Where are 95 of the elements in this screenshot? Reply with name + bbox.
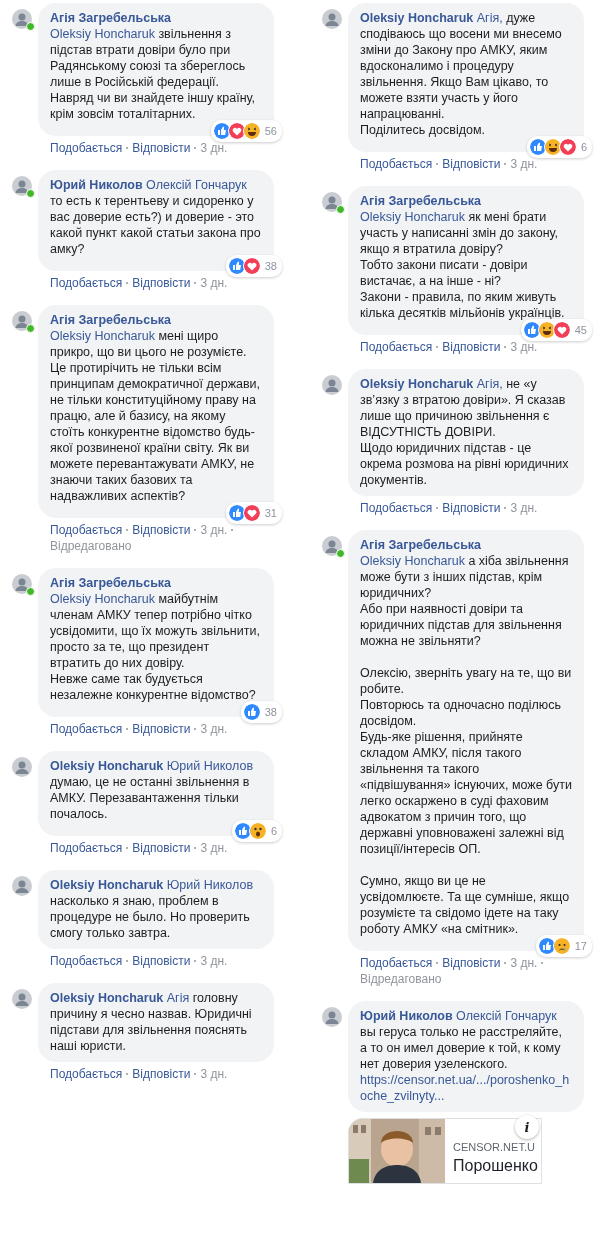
- avatar[interactable]: [12, 311, 32, 331]
- surprised-face-icon: [248, 822, 267, 840]
- reply-link[interactable]: Відповісти: [442, 500, 501, 516]
- like-icon: [242, 703, 261, 721]
- author-name[interactable]: Агія Загребельська: [360, 194, 482, 208]
- avatar[interactable]: [12, 989, 32, 1009]
- reply-link[interactable]: Відповісти: [442, 955, 501, 971]
- heart-icon: [242, 257, 261, 275]
- mention-link[interactable]: Oleksiy Honcharuk: [50, 592, 155, 606]
- comment-text: Агія Загребельська Oleksiy Honcharuk як мені брати участь у написанні змін до закону, якщо я втратила довіру? Тобто закони писати - довіри вистачає, а на інше - ні? Закони - правила, по яким живуть кілька десятків мільйонів українців.: [360, 193, 566, 321]
- author-name[interactable]: Агія Загребельська: [50, 11, 172, 25]
- heart-icon: [242, 504, 261, 522]
- reply-link[interactable]: Відповісти: [132, 275, 191, 291]
- avatar[interactable]: [12, 176, 32, 196]
- avatar[interactable]: [12, 757, 32, 777]
- reply-link[interactable]: Відповісти: [442, 339, 501, 355]
- comment-text: Агія Загребельська Oleksiy Honcharuk мені щиро прикро, що ви цього не розумієте. Це протирічить не тільки всім принципам демократичної держави, не тільки конституційному праву на працю, але й базису, на якому стоїть конкурентне відомство будь-якої розвиненої країни світу. Як ви можете перевантажувати АМКУ, не знаючи таких базових та надважливих аспектів?: [50, 312, 262, 504]
- laughing-face-icon: [537, 321, 556, 339]
- author-name[interactable]: Юрий Николов: [50, 178, 143, 192]
- comment-text: Oleksiy Honcharuk Агія головну причину я чесно назвав. Юридичні підстави для звільнення пояснять наші юристи.: [50, 990, 253, 1054]
- comment-text: Юрий Николов Олексій Гончарук то есть к терентьеву и сидоренко у вас доверие есть?) и доверие - это какой пункт какой статьи закона про амку?: [50, 177, 262, 257]
- mention-link[interactable]: Oleksiy Honcharuk: [50, 27, 155, 41]
- author-name[interactable]: Oleksiy Honcharuk: [50, 878, 164, 892]
- mention-link[interactable]: Агія,: [476, 377, 503, 391]
- reply-link[interactable]: Відповісти: [132, 522, 191, 538]
- reply-link[interactable]: Відповісти: [132, 721, 191, 737]
- like-icon: [227, 257, 246, 275]
- mention-link[interactable]: Oleksiy Honcharuk: [50, 329, 155, 343]
- author-name[interactable]: Агія Загребельська: [50, 576, 172, 590]
- mention-link[interactable]: Агія,: [476, 11, 503, 25]
- avatar[interactable]: [322, 192, 342, 212]
- mention-link[interactable]: Агія: [166, 991, 190, 1005]
- comment-text: Oleksiy Honcharuk Агія, дуже сподіваюсь що восени ми внесемо зміни до Закону про АМКУ, яким вдосконалимо і процедуру звільнення. Якщо Вам цікаво, то можете взяти участь у його напрацюванні. Поділитесь досвідом.: [360, 10, 563, 138]
- comment-text: Oleksiy Honcharuk Юрий Николов насколько я знаю, проблем в процедуре не было. Но проверить смогу только завтра.: [50, 877, 255, 941]
- author-name[interactable]: Агія Загребельська: [50, 313, 172, 327]
- author-name[interactable]: Oleksiy Honcharuk: [50, 759, 164, 773]
- heart-icon: [552, 321, 571, 339]
- comment-text: Oleksiy Honcharuk Агія, не «у зв’язку з втратою довіри». Я сказав лише що причиною звільнення є ВІДСУТНІСТЬ ДОВІРИ. Щодо юридичних підстав - це окрема розмова на рівні юридичних документів.: [360, 376, 570, 488]
- heart-icon: [558, 138, 577, 156]
- avatar[interactable]: [322, 1007, 342, 1027]
- author-name[interactable]: Агія Загребельська: [360, 538, 482, 552]
- like-icon: [212, 122, 231, 140]
- like-link[interactable]: Подобається: [50, 953, 123, 969]
- like-link[interactable]: Подобається: [50, 522, 123, 538]
- author-name[interactable]: Oleksiy Honcharuk: [360, 11, 474, 25]
- mention-link[interactable]: Юрий Николов: [166, 878, 254, 892]
- sad-face-icon: [552, 937, 571, 955]
- mention-link[interactable]: Oleksiy Honcharuk: [360, 210, 465, 224]
- like-icon: [227, 504, 246, 522]
- comment-text: Юрий Николов Олексій Гончарук вы геруса только не расстреляйте, а то он имел доверие к той, к кому нет доверия узеленского.: [360, 1008, 564, 1072]
- avatar[interactable]: [12, 876, 32, 896]
- like-link[interactable]: Подобається: [50, 140, 123, 156]
- avatar[interactable]: [322, 375, 342, 395]
- reply-link[interactable]: Відповісти: [132, 1066, 191, 1082]
- link[interactable]: https://censor.net.ua/.../poroshenko_hoche_zvilnyty...: [360, 1072, 572, 1104]
- like-link[interactable]: Подобається: [50, 275, 123, 291]
- comment-text: Oleksiy Honcharuk Юрий Николов думаю, це не останні звільнення в АМКУ. Перезавантаження тільки почалось.: [50, 758, 255, 822]
- laughing-face-icon: [543, 138, 562, 156]
- reply-link[interactable]: Відповісти: [442, 156, 501, 172]
- like-link[interactable]: Подобається: [50, 721, 123, 737]
- like-icon: [522, 321, 541, 339]
- author-name[interactable]: Oleksiy Honcharuk: [360, 377, 474, 391]
- like-link[interactable]: Подобається: [50, 840, 123, 856]
- mention-link[interactable]: Олексій Гончарук: [456, 1009, 557, 1023]
- like-link[interactable]: Подобається: [360, 500, 433, 516]
- like-link[interactable]: Подобається: [50, 1066, 123, 1082]
- like-link[interactable]: Подобається: [360, 339, 433, 355]
- reply-link[interactable]: Відповісти: [132, 840, 191, 856]
- like-icon: [528, 138, 547, 156]
- comment-text: Агія Загребельська Oleksiy Honcharuk майбутнім членам АМКУ тепер потрібно чітко усвідомити, що їх можуть звільнити, просто за те, що президент втратить до них довіру. Невже саме так будується незалежне конкурентне відомство?: [50, 575, 261, 703]
- like-link[interactable]: Подобається: [360, 156, 433, 172]
- reply-link[interactable]: Відповісти: [132, 953, 191, 969]
- like-icon: [233, 822, 252, 840]
- avatar[interactable]: [12, 574, 32, 594]
- avatar[interactable]: [12, 9, 32, 29]
- mention-link[interactable]: Oleksiy Honcharuk: [360, 554, 465, 568]
- edited-label: Відредаговано: [360, 971, 442, 987]
- comment-text: Агія Загребельська Oleksiy Honcharuk а хіба звільнення може бути з інших підстав, крім юридичних? Або при наявності довіри та юридичних підстав для звільнення можна не звільняти? Олексію, зверніть увагу на те, що ви робите. Повторюсь та одночасно поділюсь досвідом. Будь-яке рішення, прийняте складом АМКУ, після такого звільнення та такого «підвішування» існуючих, може бути легко оскаржено в суді фаховим адвокатом з причин того, що державні уповноважені залежні від позиції/інтересів ОП. Сумно, якщо ви це не усвідомлюєте. Та ще сумніше, якщо розумієте та свідомо ідете на таку роботу АМКУ «на смітник».: [360, 537, 572, 937]
- like-link[interactable]: Подобається: [360, 955, 433, 971]
- avatar[interactable]: [322, 536, 342, 556]
- link-preview-card[interactable]: i CENSOR.NET.U Порошенко: [348, 1118, 542, 1184]
- laughing-face-icon: [242, 122, 261, 140]
- author-name[interactable]: Oleksiy Honcharuk: [50, 991, 164, 1005]
- avatar[interactable]: [322, 9, 342, 29]
- preview-source: CENSOR.NET.U: [453, 1141, 536, 1153]
- preview-title: Порошенко: [453, 1157, 538, 1175]
- info-button[interactable]: i: [515, 1115, 539, 1139]
- like-icon: [537, 937, 556, 955]
- mention-link[interactable]: Олексій Гончарук: [146, 178, 247, 192]
- heart-icon: [227, 122, 246, 140]
- author-name[interactable]: Юрий Николов: [360, 1009, 453, 1023]
- comment-text: Агія Загребельська Oleksiy Honcharuk звільнення з підстав втрати довіри було при Радянському союзі та збереглось лише в Російській федерації. Навряд чи ви знайдете іншу країну, крім зовсім тоталітарних.: [50, 10, 257, 122]
- reply-link[interactable]: Відповісти: [132, 140, 191, 156]
- mention-link[interactable]: Юрий Николов: [166, 759, 254, 773]
- edited-label: Відредаговано: [50, 538, 132, 554]
